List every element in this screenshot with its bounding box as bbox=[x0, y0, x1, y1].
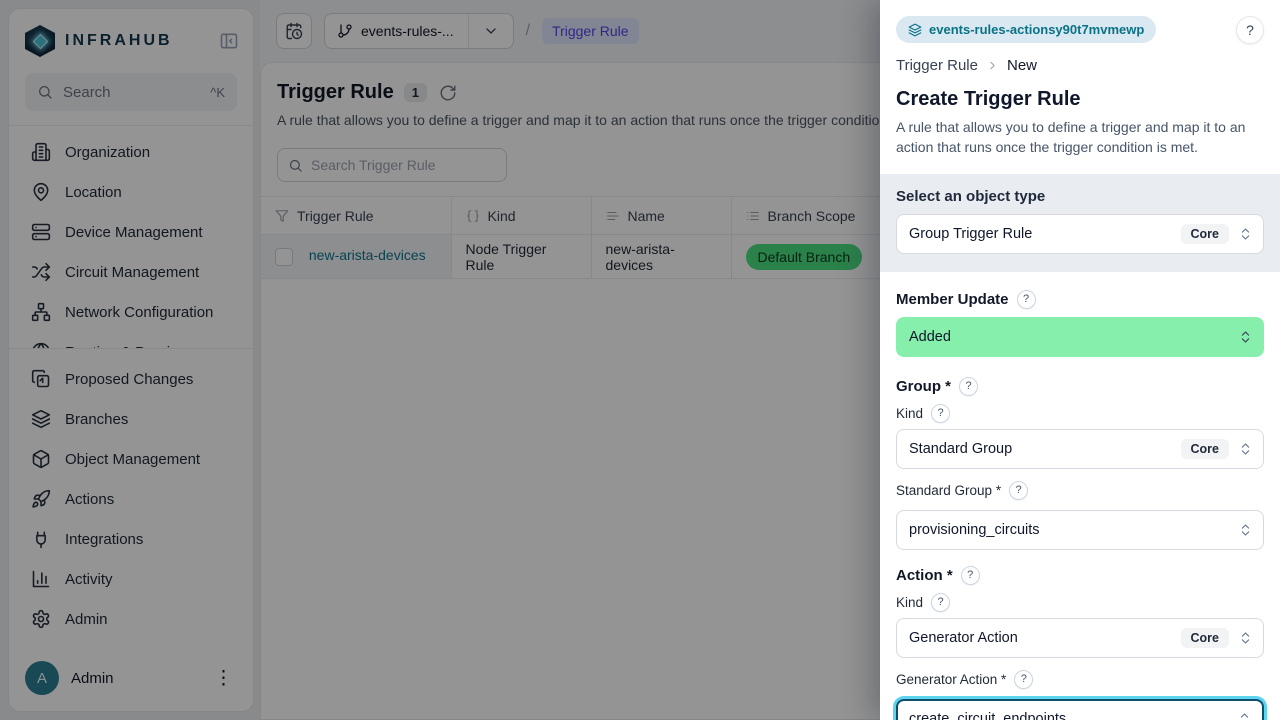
group-section-label: Group * bbox=[896, 378, 951, 395]
core-badge: Core bbox=[1181, 628, 1229, 648]
drawer-breadcrumb: Trigger Rule New bbox=[896, 57, 1264, 74]
action-kind-label: Kind bbox=[896, 595, 923, 610]
object-id-badge: events-rules-actionsy90t7mvmewp bbox=[896, 16, 1156, 43]
help-icon[interactable]: ? bbox=[931, 593, 950, 612]
drawer-title: Create Trigger Rule bbox=[896, 88, 1264, 111]
object-type-section: Select an object type Group Trigger Rule… bbox=[880, 174, 1280, 272]
generator-action-label: Generator Action * bbox=[896, 672, 1006, 687]
chevron-updown-icon bbox=[1238, 630, 1253, 645]
group-kind-select[interactable]: Standard Group Core bbox=[896, 429, 1264, 469]
member-update-select[interactable]: Added bbox=[896, 317, 1264, 357]
help-icon[interactable]: ? bbox=[1009, 481, 1028, 500]
object-type-label: Select an object type bbox=[896, 188, 1264, 205]
action-kind-select[interactable]: Generator Action Core bbox=[896, 618, 1264, 658]
help-button[interactable]: ? bbox=[1236, 16, 1264, 44]
chevron-updown-icon bbox=[1237, 711, 1252, 720]
create-trigger-rule-drawer: events-rules-actionsy90t7mvmewp ? Trigge… bbox=[880, 0, 1280, 720]
layers-icon bbox=[908, 23, 922, 37]
breadcrumb-parent[interactable]: Trigger Rule bbox=[896, 57, 978, 74]
help-icon[interactable]: ? bbox=[931, 404, 950, 423]
help-icon[interactable]: ? bbox=[1017, 290, 1036, 309]
chevron-updown-icon bbox=[1238, 441, 1253, 456]
chevron-updown-icon bbox=[1238, 329, 1253, 344]
standard-group-label: Standard Group * bbox=[896, 483, 1001, 498]
chevron-updown-icon bbox=[1238, 522, 1253, 537]
core-badge: Core bbox=[1181, 224, 1229, 244]
help-icon[interactable]: ? bbox=[1014, 670, 1033, 689]
help-icon[interactable]: ? bbox=[959, 377, 978, 396]
object-type-select[interactable]: Group Trigger Rule Core bbox=[896, 214, 1264, 254]
chevron-updown-icon bbox=[1238, 226, 1253, 241]
modal-backdrop[interactable] bbox=[0, 0, 880, 720]
help-icon[interactable]: ? bbox=[961, 566, 980, 585]
generator-action-select[interactable]: create_circuit_endpoints bbox=[896, 699, 1264, 720]
drawer-form: Member Update ? Added Group * ? Kind ? S… bbox=[880, 272, 1280, 720]
core-badge: Core bbox=[1181, 439, 1229, 459]
chevron-right-icon bbox=[986, 59, 999, 72]
group-kind-label: Kind bbox=[896, 406, 923, 421]
action-section-label: Action * bbox=[896, 567, 953, 584]
breadcrumb-current: New bbox=[1007, 57, 1037, 74]
standard-group-select[interactable]: provisioning_circuits bbox=[896, 510, 1264, 550]
member-update-label: Member Update bbox=[896, 291, 1009, 308]
drawer-description: A rule that allows you to define a trigg… bbox=[896, 117, 1264, 158]
